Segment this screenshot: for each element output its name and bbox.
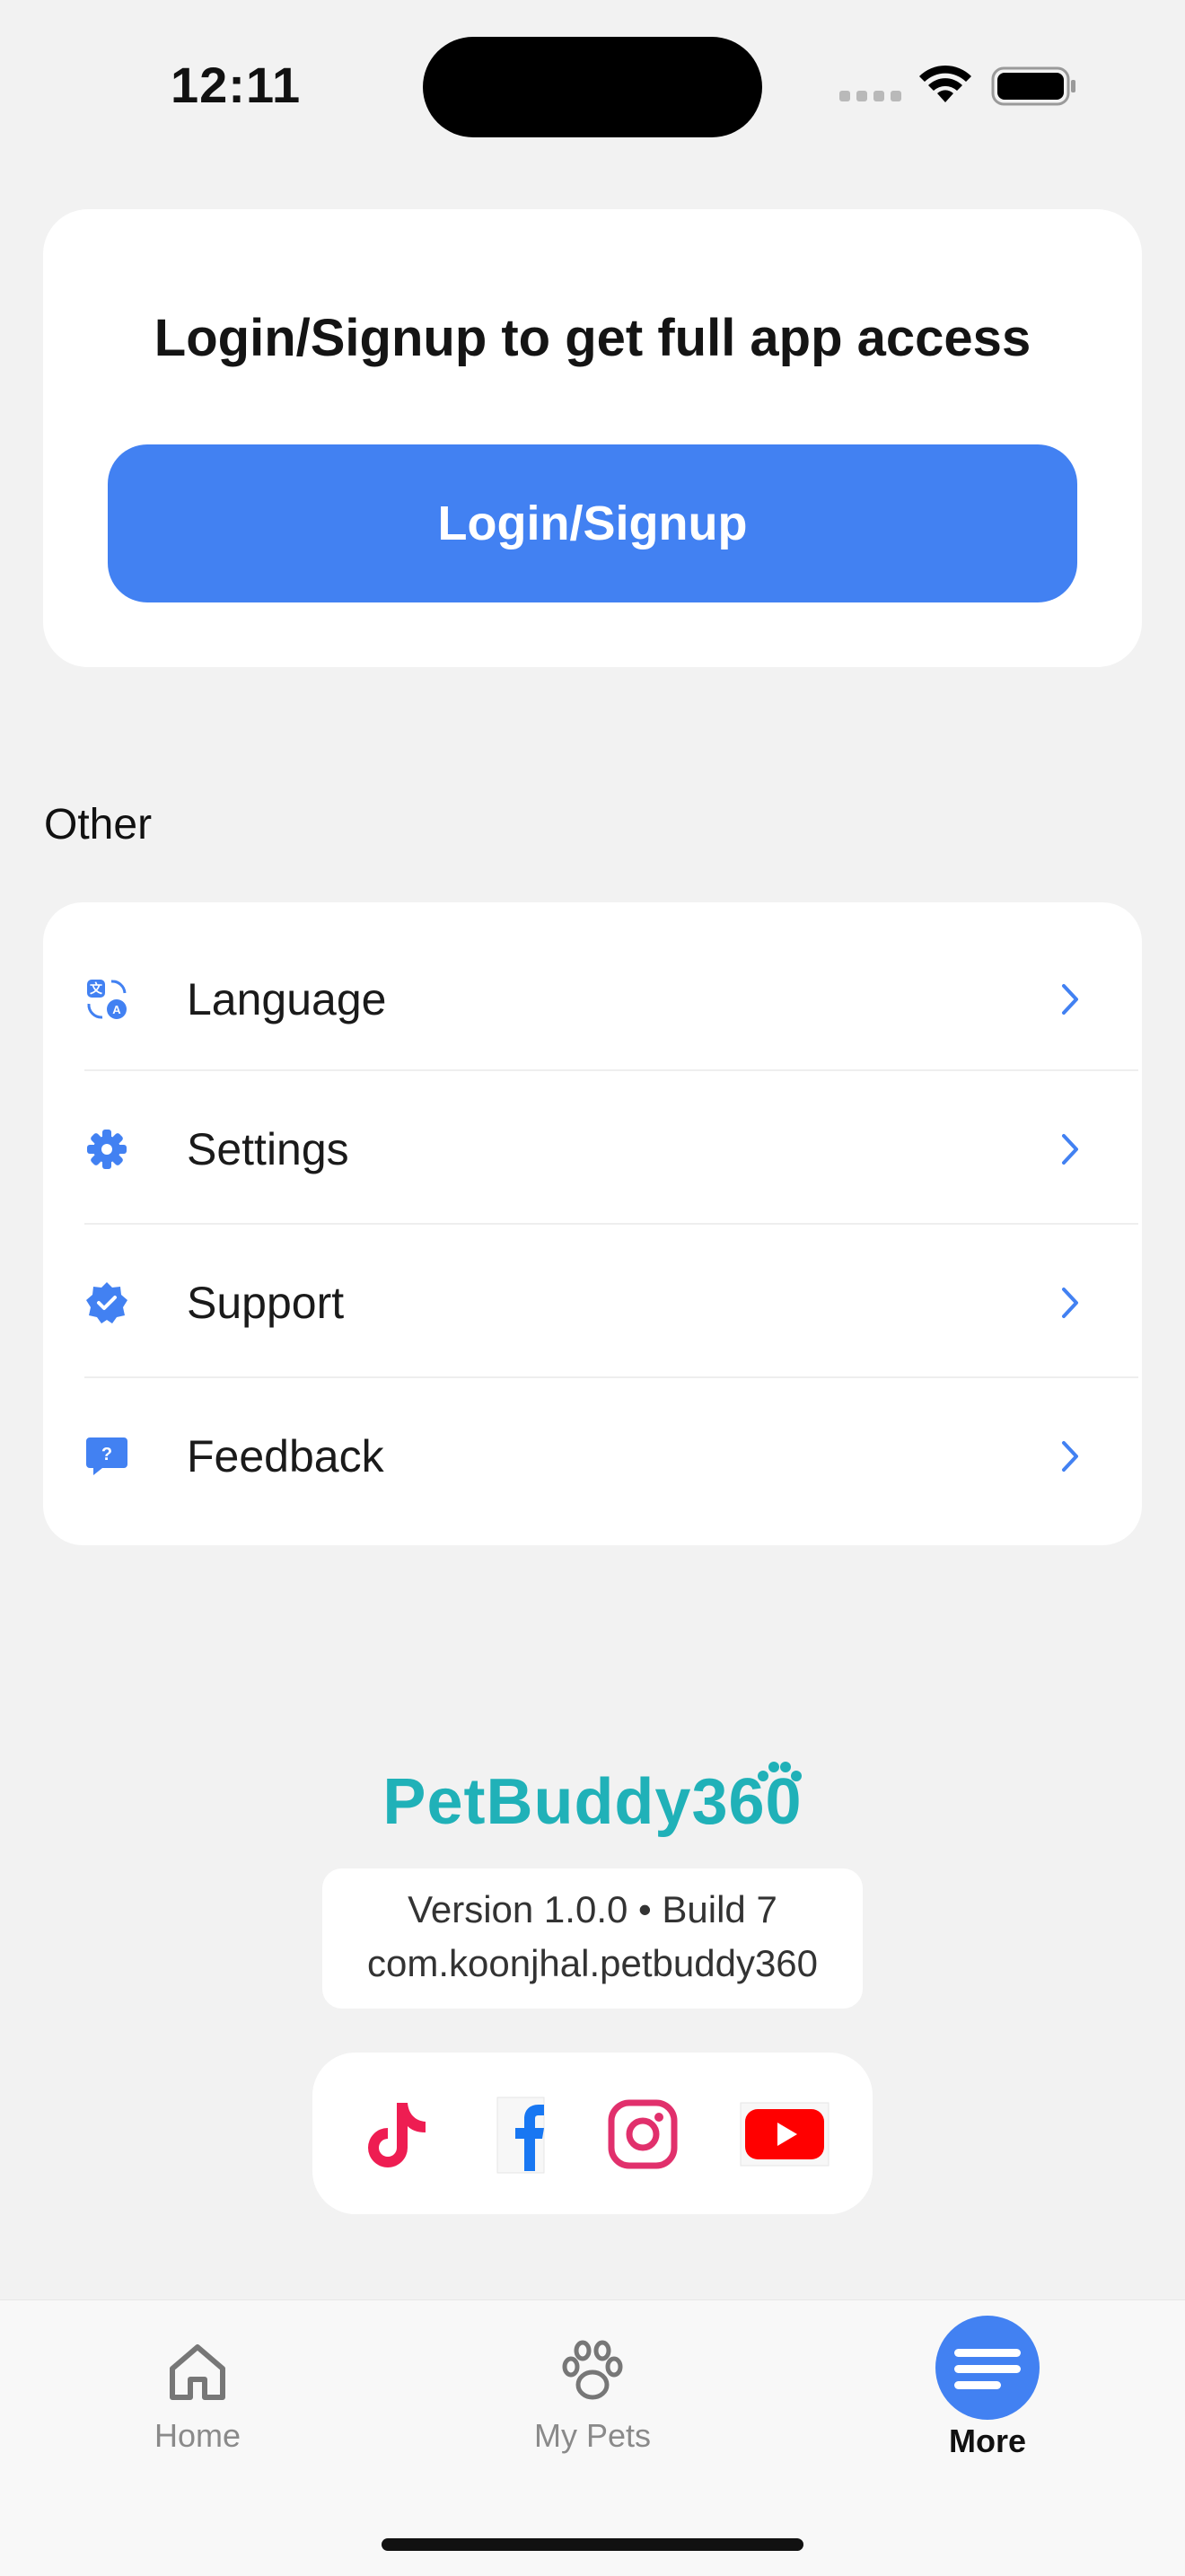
paw-icon bbox=[562, 2340, 623, 2400]
tab-label: My Pets bbox=[533, 2417, 652, 2454]
menu-item-settings[interactable]: Settings bbox=[43, 1073, 1142, 1226]
youtube-icon[interactable] bbox=[740, 2094, 830, 2175]
wifi-icon bbox=[919, 65, 971, 102]
app-logo-text: PetBuddy360 bbox=[382, 1766, 803, 1838]
chevron-right-icon bbox=[1062, 1288, 1078, 1318]
battery-icon bbox=[991, 66, 1075, 106]
bundle-id-text: com.koonjhal.petbuddy360 bbox=[366, 1942, 819, 1984]
chevron-right-icon bbox=[1062, 984, 1078, 1015]
home-icon bbox=[170, 2344, 225, 2400]
section-title-other: Other bbox=[44, 801, 153, 848]
tab-label: More bbox=[948, 2422, 1026, 2459]
chevron-right-icon bbox=[1062, 1134, 1078, 1165]
svg-text:A: A bbox=[112, 1003, 121, 1016]
tab-more[interactable]: More bbox=[880, 2315, 1095, 2460]
chevron-right-icon bbox=[1062, 1441, 1078, 1472]
gear-icon bbox=[87, 1130, 127, 1169]
divider bbox=[84, 1069, 1138, 1071]
svg-text:?: ? bbox=[101, 1445, 112, 1464]
tab-bar: Home My Pets More bbox=[0, 2299, 1185, 2576]
menu-item-support[interactable]: Support bbox=[43, 1226, 1142, 1379]
dynamic-island bbox=[423, 37, 762, 137]
divider bbox=[84, 1223, 1138, 1225]
verified-badge-icon bbox=[86, 1282, 127, 1323]
tab-my-pets[interactable]: My Pets bbox=[485, 2336, 700, 2455]
social-links bbox=[312, 2053, 873, 2214]
menu-item-feedback[interactable]: ? Feedback bbox=[43, 1380, 1142, 1533]
paw-icon bbox=[758, 1762, 802, 1781]
menu-item-label: Feedback bbox=[187, 1431, 384, 1481]
signal-icon bbox=[839, 91, 901, 101]
menu-item-language[interactable]: 文 A Language bbox=[43, 923, 1142, 1076]
translate-icon: 文 A bbox=[87, 980, 127, 1019]
tab-label: Home bbox=[154, 2417, 241, 2454]
menu-item-label: Support bbox=[187, 1278, 345, 1328]
menu-item-label: Language bbox=[187, 974, 387, 1024]
login-prompt: Login/Signup to get full app access bbox=[154, 309, 1031, 367]
app-brand: PetBuddy360 bbox=[0, 1762, 1185, 1846]
menu-item-label: Settings bbox=[187, 1124, 349, 1174]
divider bbox=[84, 1376, 1138, 1378]
instagram-icon[interactable] bbox=[602, 2094, 683, 2175]
status-time: 12:11 bbox=[171, 57, 302, 113]
tab-home[interactable]: Home bbox=[90, 2336, 305, 2455]
other-menu-card: 文 A Language Settings Support ? Feedback bbox=[43, 902, 1142, 1545]
tiktok-icon[interactable] bbox=[352, 2094, 433, 2175]
menu-icon bbox=[935, 2316, 1040, 2420]
login-signup-button[interactable]: Login/Signup bbox=[108, 444, 1077, 602]
home-indicator bbox=[382, 2538, 803, 2551]
feedback-chat-icon: ? bbox=[86, 1437, 127, 1475]
facebook-icon[interactable] bbox=[488, 2094, 569, 2175]
version-info: Version 1.0.0 • Build 7 com.koonjhal.pet… bbox=[322, 1868, 863, 2009]
login-card: Login/Signup to get full app access Logi… bbox=[43, 209, 1142, 667]
svg-text:文: 文 bbox=[90, 981, 103, 996]
version-text: Version 1.0.0 • Build 7 bbox=[408, 1888, 777, 1930]
